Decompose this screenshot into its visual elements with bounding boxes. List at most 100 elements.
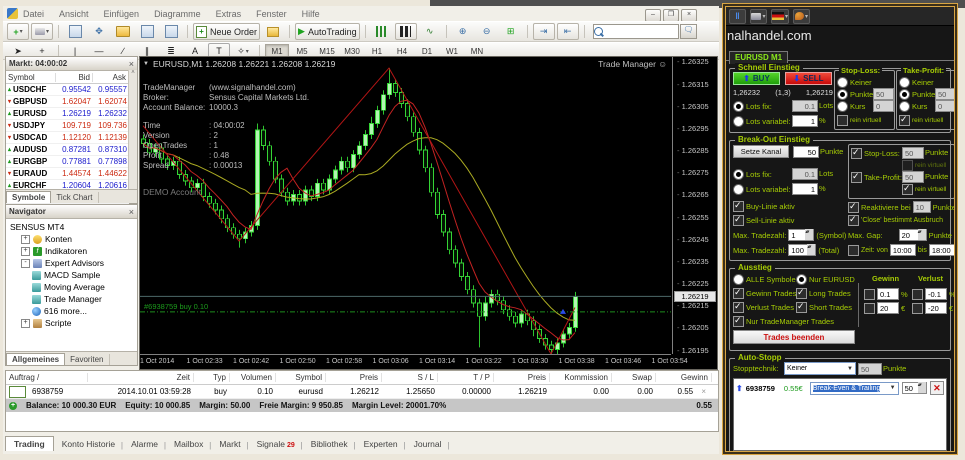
zeit-checkbox[interactable] <box>848 244 859 256</box>
tree-item-trade-manager[interactable]: Trade Manager <box>8 293 137 305</box>
tp-kurs-input[interactable]: 0 <box>935 100 954 112</box>
menu-item-diagramme[interactable]: Diagramme <box>154 9 201 19</box>
terminal-column-sl[interactable]: S / L <box>382 373 438 382</box>
tile-windows-button[interactable]: ⊞ <box>500 23 522 40</box>
tree-expander-icon[interactable]: + <box>21 246 30 256</box>
terminal-column-zeit[interactable]: Zeit <box>88 373 194 382</box>
zoom-in-button[interactable]: ⊕ <box>452 23 474 40</box>
tp-punkte-input[interactable]: 50 <box>935 88 954 100</box>
bo-sl-checkbox[interactable] <box>851 147 862 159</box>
market-row-EURUSD[interactable]: ▴ EURUSD 1.26219 1.26232 <box>6 108 129 120</box>
terminal-column-symbol[interactable]: Symbol <box>276 373 326 382</box>
bo-tp-virtuell-checkbox[interactable] <box>902 183 913 195</box>
remove-trade-button[interactable]: ✕ <box>929 381 944 395</box>
sl-virtuell-checkbox[interactable] <box>837 115 848 126</box>
buy-linie-checkbox[interactable] <box>733 200 744 212</box>
zeit-von-input[interactable]: 10:00 <box>889 244 916 256</box>
line-chart-button[interactable]: ∿ <box>419 23 441 40</box>
verlust-pct-checkbox[interactable] <box>912 288 923 300</box>
setze-kanal-button[interactable]: Setze Kanal <box>733 145 789 158</box>
tp-punkte-radio[interactable] <box>899 89 910 100</box>
gewinn-eur-checkbox[interactable] <box>864 302 875 314</box>
navigator-tab-allgemeines[interactable]: Allgemeines <box>6 353 66 365</box>
gewinn-pct-checkbox[interactable] <box>864 288 875 300</box>
bottom-tab-journal[interactable]: Journal | <box>406 437 450 451</box>
terminal-column-kommission[interactable]: Kommission <box>550 373 612 382</box>
tree-item-konten[interactable]: + Konten <box>8 233 137 245</box>
verlust-eur-checkbox[interactable] <box>912 302 923 314</box>
sl-keiner-radio[interactable] <box>837 77 848 88</box>
menu-item-fenster[interactable]: Fenster <box>256 9 287 19</box>
bottom-tab-trading[interactable]: Trading <box>5 436 54 451</box>
max-gap-stepper[interactable]: 20 <box>898 229 927 241</box>
bo-lots-var-radio[interactable] <box>733 184 744 195</box>
column-header-symbol[interactable]: Symbol <box>6 72 56 82</box>
tree-expander-icon[interactable]: + <box>21 234 30 244</box>
language-button[interactable]: ▾ <box>771 8 790 24</box>
tree-item-macd-sample[interactable]: MACD Sample <box>8 269 137 281</box>
terminal-column-gewinn[interactable]: Gewinn <box>656 373 712 382</box>
sl-punkte-radio[interactable] <box>837 89 848 100</box>
navigator-tab-favoriten[interactable]: Favoriten <box>65 354 110 365</box>
candle-chart-button[interactable] <box>394 23 417 40</box>
sell-linie-checkbox[interactable] <box>733 214 744 226</box>
stopptechnik-select[interactable]: Keiner ▼ <box>784 362 856 375</box>
chart-expander-icon[interactable]: ▼ <box>143 61 149 67</box>
chat-button[interactable]: 🗨 <box>680 24 697 39</box>
trade-mode-select[interactable]: Break-Even & Trailing ▼ <box>809 381 899 395</box>
profiles-button[interactable] <box>112 23 134 40</box>
terminal-column-volumen[interactable]: Volumen <box>230 373 276 382</box>
kanal-input[interactable]: 50 <box>793 146 819 158</box>
market-watch-tab-tick-chart[interactable]: Tick Chart <box>51 192 99 203</box>
chart-window-button[interactable] <box>64 23 86 40</box>
bottom-tab-konto-historie[interactable]: Konto Historie | <box>54 437 123 451</box>
gewinn-pct-input[interactable]: 0.1 <box>877 288 899 300</box>
reaktiviere-input[interactable]: 10 <box>912 201 931 213</box>
time-axis[interactable]: 1 Oct 2014 1 Oct 02:33 1 Oct 02:42 1 Oct 02… <box>140 354 688 369</box>
price-axis[interactable]: 1.26325 1.26315 1.26305 1.26295 1.26285 1.262… <box>672 57 717 355</box>
print-settings-button[interactable]: ▾ <box>750 8 767 24</box>
menu-item-ansicht[interactable]: Ansicht <box>59 9 89 19</box>
zeit-bis-input[interactable]: 18:00 <box>928 244 954 256</box>
max-tradezahl-symbol-stepper[interactable]: 1 <box>788 229 815 241</box>
tree-item-616-more-[interactable]: 616 more... <box>8 305 137 317</box>
market-watch-close-icon[interactable]: × <box>129 59 134 69</box>
max-tradezahl-total-stepper[interactable]: 100 <box>788 244 817 256</box>
buy-button[interactable]: ⬆ BUY <box>733 72 780 85</box>
reaktiviere-checkbox[interactable] <box>848 201 859 213</box>
trade-points-stepper[interactable]: 50 <box>901 382 927 394</box>
market-row-GBPUSD[interactable]: ▾ GBPUSD 1.62047 1.62074 <box>6 96 129 108</box>
neue-order-button[interactable]: + Neue Order <box>193 23 261 40</box>
tree-expander-icon[interactable]: - <box>21 258 30 268</box>
tp-virtuell-checkbox[interactable] <box>899 114 910 126</box>
sl-kurs-radio[interactable] <box>837 101 848 112</box>
lots-var-input[interactable]: 1 <box>792 115 818 127</box>
bottom-tab-bibliothek[interactable]: Bibliothek | <box>303 437 356 451</box>
bottom-tab-alarme[interactable]: Alarme | <box>123 437 166 451</box>
pin-button[interactable]: ‖ <box>729 8 746 24</box>
chart-shift-button[interactable]: ⇤ <box>556 23 579 40</box>
terminal-column-preis[interactable]: Preis <box>494 373 550 382</box>
auto-stopp-trade-row[interactable]: ⬆ 6938759 0.55€ Break-Even & Trailing ▼ 5… <box>736 381 944 395</box>
search-input[interactable] <box>606 26 678 37</box>
market-watch-scrollbar[interactable]: ˄ <box>128 70 137 190</box>
bo-lots-fix-input[interactable]: 0.1 <box>792 168 818 180</box>
tree-item-moving-average[interactable]: Moving Average <box>8 281 137 293</box>
market-row-EURGBP[interactable]: ▴ EURGBP 0.77881 0.77898 <box>6 156 129 168</box>
column-header-bid[interactable]: Bid <box>56 72 93 82</box>
market-row-USDJPY[interactable]: ▾ USDJPY 109.719 109.736 <box>6 120 129 132</box>
crosshair-move-button[interactable]: ✥ <box>88 23 110 40</box>
close-order-icon[interactable]: × <box>698 387 709 396</box>
signals-button[interactable] <box>262 23 284 40</box>
alle-symbole-radio[interactable] <box>733 274 744 285</box>
tree-item-scripte[interactable]: + Scripte <box>8 317 137 329</box>
lots-fix-radio[interactable] <box>733 101 744 112</box>
verlust-eur-input[interactable]: -20 <box>925 302 947 314</box>
tree-item-sensus-mt4[interactable]: SENSUS MT4 <box>8 221 137 233</box>
bo-lots-fix-radio[interactable] <box>733 169 744 180</box>
menu-item-datei[interactable]: Datei <box>23 9 44 19</box>
sell-button[interactable]: ⬇ SELL <box>785 72 832 85</box>
terminal-column-tp[interactable]: T / P <box>438 373 494 382</box>
verlust-trades-checkbox[interactable] <box>733 301 744 313</box>
theme-button[interactable]: ▾ <box>793 8 811 24</box>
